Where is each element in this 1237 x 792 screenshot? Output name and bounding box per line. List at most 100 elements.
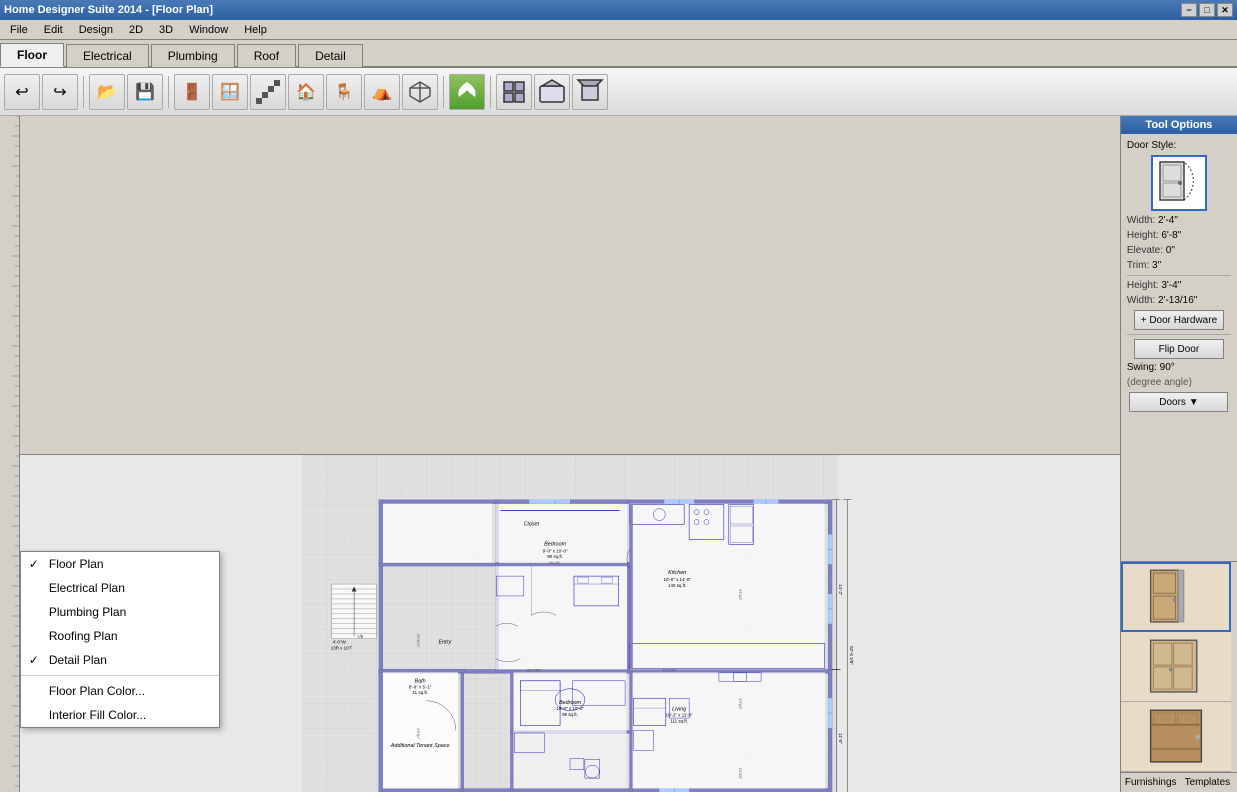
svg-text:Bath: Bath: [414, 678, 425, 684]
door-gallery-item-2[interactable]: [1121, 632, 1231, 702]
menu-help[interactable]: Help: [238, 22, 273, 38]
view-stairs-button[interactable]: [250, 74, 286, 110]
svg-text:4'-0"W: 4'-0"W: [333, 639, 347, 644]
door-gallery-item-1[interactable]: [1121, 562, 1231, 632]
menu-2d[interactable]: 2D: [123, 22, 149, 38]
svg-text:13R x 10'T: 13R x 10'T: [331, 645, 353, 650]
view-window-button[interactable]: 🪟: [212, 74, 248, 110]
templates-button[interactable]: Templates: [1185, 777, 1231, 788]
option-height2: Height: 3'-4": [1127, 280, 1231, 291]
svg-text:Bedroom: Bedroom: [544, 541, 567, 547]
tab-detail[interactable]: Detail: [298, 44, 363, 67]
view-roof-button[interactable]: ⛺: [364, 74, 400, 110]
svg-text:9'-0" x 10'-0": 9'-0" x 10'-0": [543, 548, 568, 553]
dropdown-item-interior-fill[interactable]: Interior Fill Color...: [21, 703, 219, 727]
svg-text:3'4"&3": 3'4"&3": [738, 589, 742, 601]
door-style-preview[interactable]: [1151, 155, 1207, 211]
svg-text:11'-0": 11'-0": [838, 732, 843, 743]
view-room-button[interactable]: 🏠: [288, 74, 324, 110]
svg-text:52'-6 1/8": 52'-6 1/8": [849, 646, 854, 665]
main-area: // ruler marks drawn inline: [0, 116, 1237, 792]
svg-text:14'-2": 14'-2": [838, 584, 843, 596]
dropdown-item-plumbing-plan[interactable]: Plumbing Plan: [21, 600, 219, 624]
view-furniture-button[interactable]: 🪑: [326, 74, 362, 110]
3dview-button[interactable]: [534, 74, 570, 110]
svg-text:3'4"&3": 3'4"&3": [738, 698, 742, 710]
door-hardware-button[interactable]: + Door Hardware: [1134, 310, 1224, 330]
flip-door-button[interactable]: Flip Door: [1134, 339, 1224, 359]
maximize-button[interactable]: □: [1199, 3, 1215, 17]
tab-floor[interactable]: Floor: [0, 43, 64, 67]
dropdown-divider: [21, 675, 219, 676]
tab-roof[interactable]: Roof: [237, 44, 296, 67]
svg-text:99 sq.ft.: 99 sq.ft.: [562, 712, 578, 717]
title-bar: Home Designer Suite 2014 - [Floor Plan] …: [0, 0, 1237, 20]
view-door-button[interactable]: 🚪: [174, 74, 210, 110]
minimize-button[interactable]: −: [1181, 3, 1197, 17]
menu-window[interactable]: Window: [183, 22, 234, 38]
svg-text:3'6-0"&0": 3'6-0"&0": [527, 668, 542, 672]
dropdown-item-floor-color[interactable]: Floor Plan Color...: [21, 679, 219, 703]
menu-3d[interactable]: 3D: [153, 22, 179, 38]
tab-electrical[interactable]: Electrical: [66, 44, 149, 67]
svg-text:90 sq.ft.: 90 sq.ft.: [547, 554, 563, 559]
svg-text:2'0"&1'0": 2'0"&1'0": [416, 633, 420, 648]
door-gallery-item-3[interactable]: [1121, 702, 1231, 772]
tool-options-content: Door Style: Width: 2'-4" Height:: [1121, 134, 1237, 561]
doors-dropdown-button[interactable]: Doors ▼: [1129, 392, 1228, 412]
swing-label: Swing: 90°: [1127, 362, 1231, 373]
menu-design[interactable]: Design: [73, 22, 119, 38]
swing-sublabel: (degree angle): [1127, 377, 1231, 388]
perspective-button[interactable]: [572, 74, 608, 110]
furnishings-button[interactable]: Furnishings: [1125, 777, 1177, 788]
top-ruler: // ruler marks drawn inline: [20, 116, 1120, 455]
title-text: Home Designer Suite 2014 - [Floor Plan]: [4, 4, 213, 16]
svg-text:2'4"&1": 2'4"&1": [416, 727, 420, 739]
dropdown-item-roofing-plan[interactable]: Roofing Plan: [21, 624, 219, 648]
toolbar-sep-2: [168, 76, 169, 108]
dropdown-item-floor-plan[interactable]: Floor Plan: [21, 552, 219, 576]
svg-text:10'-0" x 14'-0": 10'-0" x 14'-0": [663, 577, 691, 582]
tool-options-header: Tool Options: [1121, 116, 1237, 134]
menu-edit[interactable]: Edit: [38, 22, 69, 38]
dropdown-item-detail-plan[interactable]: Detail Plan: [21, 648, 219, 672]
save-button[interactable]: 💾: [127, 74, 163, 110]
tab-plumbing[interactable]: Plumbing: [151, 44, 235, 67]
svg-text:140 sq.ft.: 140 sq.ft.: [668, 583, 686, 588]
tab-bar: Floor Electrical Plumbing Roof Detail: [0, 40, 1237, 68]
floorplan-view-button[interactable]: [496, 74, 532, 110]
canvas-area[interactable]: Closet Bedroom 9'-0" x 10'-0" 90 sq.ft. …: [20, 455, 1120, 792]
toolbar-sep-3: [443, 76, 444, 108]
undo-button[interactable]: ↩: [4, 74, 40, 110]
close-button[interactable]: ✕: [1217, 3, 1233, 17]
svg-text:Up: Up: [357, 633, 363, 638]
svg-text:41 sq.ft.: 41 sq.ft.: [412, 690, 428, 695]
toolbar-sep-4: [490, 76, 491, 108]
option-width2: Width: 2'-13/16": [1127, 295, 1231, 306]
divider-2: [1127, 334, 1231, 335]
divider-1: [1127, 275, 1231, 276]
door-gallery: [1121, 561, 1237, 772]
svg-text:Additional Tenant Space: Additional Tenant Space: [390, 742, 450, 748]
left-ruler: [0, 116, 20, 792]
option-trim: Trim: 3": [1127, 260, 1231, 271]
option-elevate: Elevate: 0": [1127, 245, 1231, 256]
dropdown-menu: Floor Plan Electrical Plan Plumbing Plan…: [20, 551, 220, 728]
eco-button[interactable]: [449, 74, 485, 110]
svg-text:8'-0" x 5'-1": 8'-0" x 5'-1": [409, 684, 432, 689]
dropdown-item-electrical-plan[interactable]: Electrical Plan: [21, 576, 219, 600]
svg-text:Entry: Entry: [438, 639, 451, 645]
svg-text:Kitchen: Kitchen: [668, 570, 686, 576]
option-height: Height: 6'-8": [1127, 230, 1231, 241]
menu-file[interactable]: File: [4, 22, 34, 38]
redo-button[interactable]: ↪: [42, 74, 78, 110]
open-button[interactable]: 📂: [89, 74, 125, 110]
right-panel: Tool Options Door Style: Width: 2'-4": [1120, 116, 1237, 792]
svg-text:Bedroom: Bedroom: [559, 700, 582, 706]
svg-text:2'6-1'6": 2'6-1'6": [549, 561, 561, 565]
window-controls: − □ ✕: [1181, 3, 1233, 17]
bottom-panel: Furnishings Templates Trim Materials: [1121, 772, 1237, 792]
view-3d-button[interactable]: [402, 74, 438, 110]
menu-bar: File Edit Design 2D 3D Window Help: [0, 20, 1237, 40]
door-style-label: Door Style:: [1127, 140, 1231, 151]
